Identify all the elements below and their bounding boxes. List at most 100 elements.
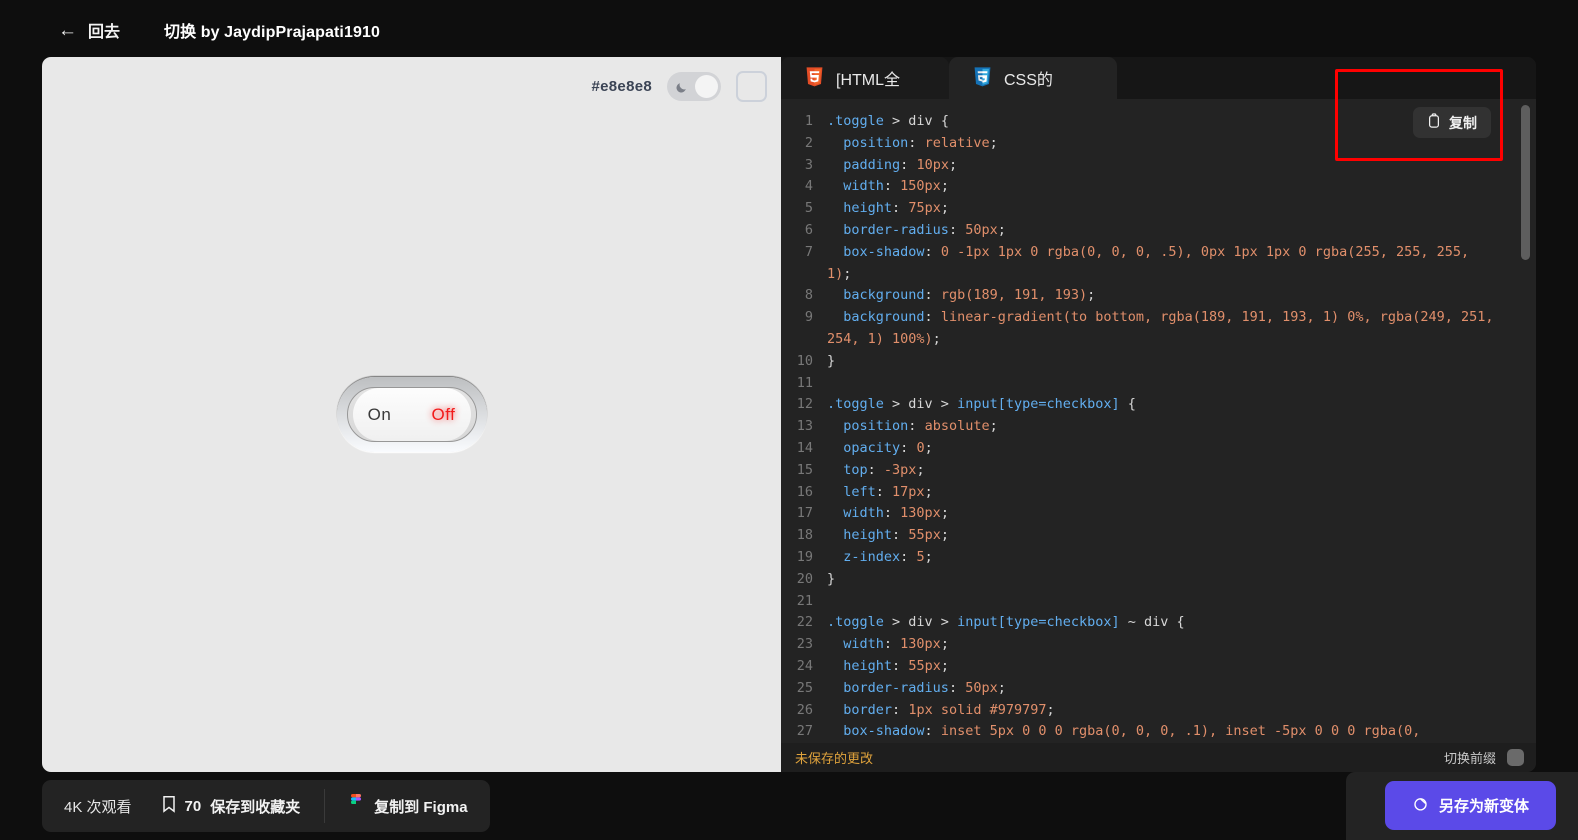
- line-number: 2: [781, 133, 827, 155]
- code-token: 150px: [900, 178, 941, 194]
- code-token: ;: [949, 157, 957, 173]
- code-token: ;: [916, 462, 924, 478]
- line-number: 27: [781, 721, 827, 743]
- tab-css[interactable]: CSS的: [949, 57, 1117, 99]
- line-content: width: 130px;: [827, 503, 1536, 525]
- code-token: 55px: [908, 658, 941, 674]
- code-token: padding: [843, 157, 900, 173]
- code-line: 23 width: 130px;: [781, 634, 1536, 656]
- copy-button-label: 复制: [1449, 113, 1477, 133]
- back-button-label: 回去: [88, 18, 120, 42]
- code-token: [827, 549, 843, 565]
- code-token: background: [843, 287, 924, 303]
- code-token: :: [892, 200, 908, 216]
- view-count-label: 4K 次观看: [64, 796, 132, 817]
- arrow-left-icon: ←: [58, 21, 77, 40]
- save-as-new-variant-button[interactable]: 另存为新变体: [1385, 781, 1556, 830]
- line-content: opacity: 0;: [827, 438, 1536, 460]
- line-number: 7: [781, 242, 827, 286]
- copy-button[interactable]: 复制: [1413, 107, 1491, 138]
- line-number: 5: [781, 198, 827, 220]
- component-preview-area: On Off: [42, 57, 781, 772]
- toggle-off-label: Off: [432, 405, 456, 425]
- line-number: 6: [781, 220, 827, 242]
- line-content: height: 55px;: [827, 656, 1536, 678]
- code-token: ;: [933, 331, 941, 347]
- code-token: :: [884, 178, 900, 194]
- code-token: 50px: [965, 680, 998, 696]
- code-line: 16 left: 17px;: [781, 482, 1536, 504]
- line-number: 22: [781, 612, 827, 634]
- code-scrollbar-thumb[interactable]: [1521, 105, 1530, 260]
- line-number: 19: [781, 547, 827, 569]
- code-token: height: [843, 658, 892, 674]
- code-editor[interactable]: 1.toggle > div {2 position: relative;3 p…: [781, 99, 1536, 744]
- code-token: width: [843, 505, 884, 521]
- code-token: ;: [941, 505, 949, 521]
- code-token: [827, 702, 843, 718]
- code-token: [827, 723, 843, 739]
- code-line: 27 box-shadow: inset 5px 0 0 0 rgba(0, 0…: [781, 721, 1536, 743]
- code-line: 3 padding: 10px;: [781, 155, 1536, 177]
- code-token: ;: [998, 680, 1006, 696]
- line-content: border: 1px solid #979797;: [827, 700, 1536, 722]
- save-to-favorites-button[interactable]: 70 保存到收藏夹: [162, 795, 301, 817]
- toggle-switch[interactable]: On Off: [347, 387, 477, 442]
- line-content: }: [827, 351, 1536, 373]
- code-line: 6 border-radius: 50px;: [781, 220, 1536, 242]
- code-token: {: [1120, 396, 1136, 412]
- line-content: position: absolute;: [827, 416, 1536, 438]
- code-token: [827, 462, 843, 478]
- code-token: }: [827, 353, 835, 369]
- line-content: border-radius: 50px;: [827, 220, 1536, 242]
- code-token: 75px: [908, 200, 941, 216]
- code-token: width: [843, 636, 884, 652]
- code-token: 130px: [900, 636, 941, 652]
- line-number: 15: [781, 460, 827, 482]
- code-token: ;: [1087, 287, 1095, 303]
- code-token: [827, 157, 843, 173]
- code-token: box-shadow: [843, 723, 924, 739]
- save-count: 70: [185, 798, 202, 815]
- code-token: }: [827, 571, 835, 587]
- back-button[interactable]: ← 回去: [58, 18, 120, 42]
- line-number: 17: [781, 503, 827, 525]
- line-content: box-shadow: 0 -1px 1px 0 rgba(0, 0, 0, .…: [827, 242, 1536, 286]
- line-number: 14: [781, 438, 827, 460]
- code-line: 22.toggle > div > input[type=checkbox] ~…: [781, 612, 1536, 634]
- code-token: :: [908, 135, 924, 151]
- copy-to-figma-button[interactable]: 复制到 Figma: [349, 794, 467, 818]
- copy-to-figma-label: 复制到 Figma: [374, 796, 467, 817]
- code-line: 25 border-radius: 50px;: [781, 678, 1536, 700]
- line-number: 9: [781, 307, 827, 351]
- line-number: 3: [781, 155, 827, 177]
- line-number: 4: [781, 176, 827, 198]
- code-line: 7 box-shadow: 0 -1px 1px 0 rgba(0, 0, 0,…: [781, 242, 1536, 286]
- line-number: 20: [781, 569, 827, 591]
- line-number: 13: [781, 416, 827, 438]
- tab-html[interactable]: [HTML全: [781, 57, 949, 99]
- code-token: div: [908, 113, 932, 129]
- code-token: top: [843, 462, 867, 478]
- square-outline-icon[interactable]: [736, 71, 767, 102]
- line-number: 23: [781, 634, 827, 656]
- code-token: > div >: [884, 614, 957, 630]
- code-token: opacity: [843, 440, 900, 456]
- code-token: :: [892, 702, 908, 718]
- bookmark-icon: [162, 795, 176, 817]
- background-hex-label: #e8e8e8: [592, 78, 653, 95]
- code-token: [827, 222, 843, 238]
- prefix-toggle-switch[interactable]: [1507, 749, 1524, 766]
- code-token: border-radius: [843, 222, 949, 238]
- dark-mode-toggle[interactable]: [667, 72, 721, 101]
- line-content: }: [827, 569, 1536, 591]
- code-token: [827, 484, 843, 500]
- code-line: 9 background: linear-gradient(to bottom,…: [781, 307, 1536, 351]
- code-token: 17px: [892, 484, 925, 500]
- code-token: 130px: [900, 505, 941, 521]
- line-content: box-shadow: inset 5px 0 0 0 rgba(0, 0, 0…: [827, 721, 1536, 743]
- line-content: border-radius: 50px;: [827, 678, 1536, 700]
- line-content: [827, 373, 1536, 395]
- line-number: 26: [781, 700, 827, 722]
- footer-divider: [324, 789, 325, 823]
